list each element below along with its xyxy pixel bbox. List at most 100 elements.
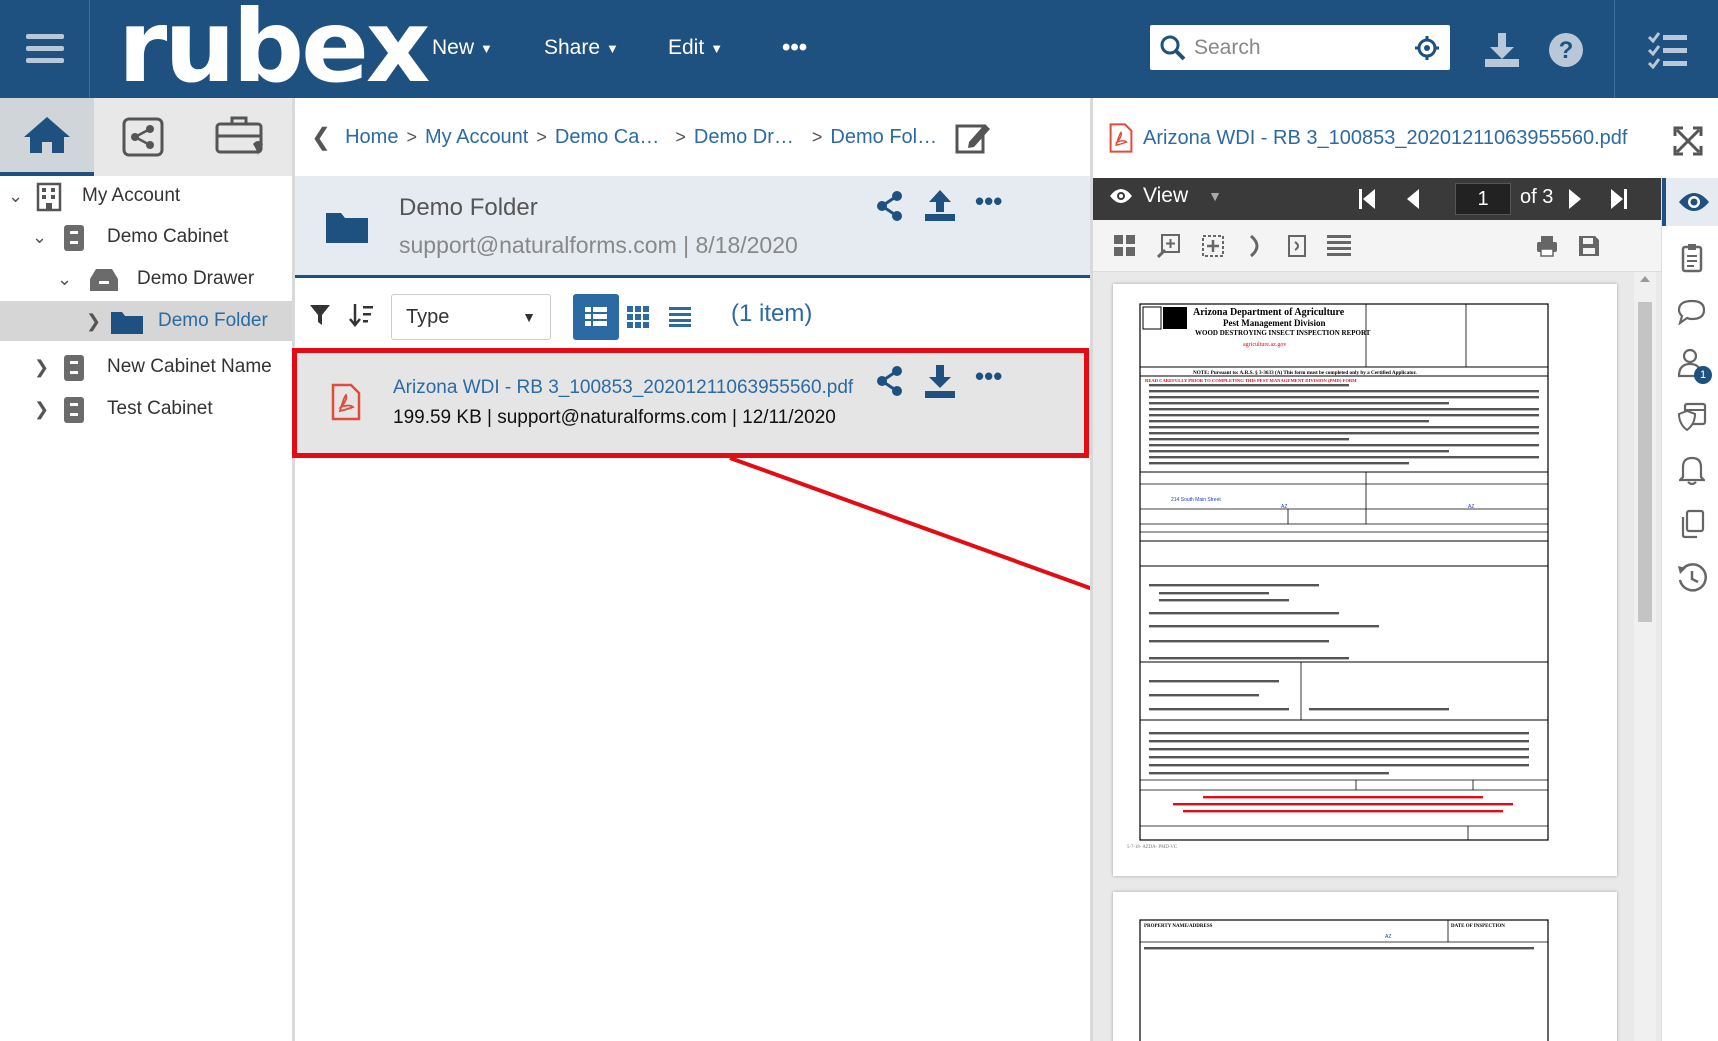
menu-share[interactable]: Share ▼ xyxy=(544,30,619,66)
back-chevron-icon[interactable]: ❮ xyxy=(311,123,331,152)
search-input[interactable]: Search xyxy=(1194,36,1414,60)
last-page-icon[interactable] xyxy=(1609,188,1629,210)
folder-title: Demo Folder xyxy=(399,194,538,221)
search-box[interactable]: Search xyxy=(1150,25,1450,70)
chevron-down-icon[interactable]: ⌄ xyxy=(57,269,72,290)
copy-icon xyxy=(1681,509,1705,539)
first-page-icon[interactable] xyxy=(1357,188,1377,210)
print-button[interactable] xyxy=(1531,230,1563,262)
tree-item-label: Test Cabinet xyxy=(107,398,213,419)
tab-briefcase[interactable] xyxy=(194,98,288,176)
expand-icon[interactable] xyxy=(1673,126,1703,156)
item-count: (1 item) xyxy=(731,300,813,327)
filter-icon[interactable] xyxy=(309,304,331,326)
calendar-shield-icon xyxy=(1677,402,1707,432)
tree-item-my-account[interactable]: ⌄ My Account xyxy=(0,176,292,216)
chevron-right-icon[interactable]: ❯ xyxy=(86,311,101,332)
task-list-button[interactable] xyxy=(1643,25,1693,75)
chevron-down-icon[interactable]: ⌄ xyxy=(8,186,23,207)
sort-icon[interactable] xyxy=(349,302,375,328)
list-view-button[interactable] xyxy=(657,294,703,340)
folder-icon xyxy=(111,312,143,334)
breadcrumb-demo-cabinet[interactable]: Demo Ca… xyxy=(555,126,659,149)
help-button[interactable]: ? xyxy=(1541,25,1591,75)
search-icon xyxy=(1160,35,1186,60)
rail-security-button[interactable] xyxy=(1662,392,1718,440)
breadcrumb-separator: > xyxy=(675,126,686,147)
rail-users-button[interactable]: 1 xyxy=(1662,340,1718,388)
rail-history-button[interactable] xyxy=(1662,554,1718,602)
tree-item-demo-cabinet[interactable]: ⌄ Demo Cabinet xyxy=(0,217,292,257)
continuous-scroll-button[interactable] xyxy=(1323,230,1355,262)
single-page-button[interactable] xyxy=(1281,230,1313,262)
chevron-right-icon[interactable]: ❯ xyxy=(34,399,49,420)
upload-icon[interactable] xyxy=(923,188,957,222)
scrollbar-thumb[interactable] xyxy=(1638,302,1652,622)
gear-icon[interactable] xyxy=(1414,35,1440,61)
chevron-down-icon: ▼ xyxy=(710,40,724,56)
rubex-logo[interactable]: rubex xyxy=(118,0,430,97)
tree-item-test-cabinet[interactable]: ❯ Test Cabinet xyxy=(0,389,292,429)
breadcrumb-separator: > xyxy=(406,126,417,147)
document-viewer[interactable]: Arizona Department of Agriculture Pest M… xyxy=(1093,272,1661,1041)
next-page-icon[interactable] xyxy=(1567,188,1583,210)
save-button[interactable] xyxy=(1573,230,1605,262)
folder-meta: support@naturalforms.com | 8/18/2020 xyxy=(399,232,798,258)
breadcrumb-home[interactable]: Home xyxy=(345,126,398,149)
rail-comments-button[interactable] xyxy=(1662,288,1718,336)
tab-shared[interactable] xyxy=(96,98,190,176)
zoom-in-icon xyxy=(1157,234,1180,258)
chevron-down-icon[interactable]: ⌄ xyxy=(32,227,47,248)
breadcrumb-separator: > xyxy=(536,126,547,147)
tab-home[interactable] xyxy=(0,98,94,176)
download-button[interactable] xyxy=(1477,25,1527,75)
share-icon[interactable] xyxy=(875,190,905,222)
hamburger-menu-button[interactable] xyxy=(0,0,90,98)
preview-pane: Arizona WDI - RB 3_100853_20201211063955… xyxy=(1090,98,1718,1041)
edit-icon[interactable] xyxy=(955,120,991,154)
breadcrumb-my-account[interactable]: My Account xyxy=(425,126,528,149)
menu-more-button[interactable]: ••• xyxy=(782,30,807,66)
folder-more-button[interactable]: ••• xyxy=(975,186,1002,217)
users-count-badge: 1 xyxy=(1694,366,1712,384)
list-toolbar: Type ▼ (1 item) xyxy=(295,290,1090,340)
detail-view-button[interactable] xyxy=(573,294,619,340)
rotate-button[interactable] xyxy=(1239,230,1271,262)
preview-file-title: Arizona WDI - RB 3_100853_20201211063955… xyxy=(1143,126,1628,149)
zoom-in-button[interactable] xyxy=(1153,230,1185,262)
menu-edit[interactable]: Edit ▼ xyxy=(668,30,723,66)
rail-copies-button[interactable] xyxy=(1662,500,1718,548)
top-bar: rubex New ▼ Share ▼ Edit ▼ ••• Search ? xyxy=(0,0,1718,98)
doc-agency: Arizona Department of Agriculture xyxy=(1193,307,1345,318)
navigation-pane: ⌄ My Account ⌄ Demo Cabinet ⌄ Demo Drawe… xyxy=(0,98,295,1041)
viewer-tools xyxy=(1093,220,1661,272)
type-dropdown[interactable]: Type ▼ xyxy=(391,294,551,340)
comment-icon xyxy=(1678,299,1706,325)
rail-notifications-button[interactable] xyxy=(1662,446,1718,494)
tree-item-label: Demo Cabinet xyxy=(107,226,229,247)
chevron-down-icon: ▼ xyxy=(606,40,619,56)
thumbnails-button[interactable] xyxy=(1109,230,1141,262)
navigation-tabs xyxy=(0,98,292,176)
home-icon xyxy=(24,117,70,153)
rail-clipboard-button[interactable] xyxy=(1662,234,1718,282)
tree-item-demo-drawer[interactable]: ⌄ Demo Drawer xyxy=(0,259,292,299)
breadcrumb-demo-folder[interactable]: Demo Fol… xyxy=(830,126,937,149)
doc-p2-state: AZ xyxy=(1385,934,1391,940)
chevron-right-icon[interactable]: ❯ xyxy=(34,357,49,378)
top-bar-divider xyxy=(1614,0,1615,98)
view-mode-dropdown[interactable]: View ▼ xyxy=(1109,184,1222,208)
document-scrollbar[interactable] xyxy=(1634,272,1656,1041)
doc-site: agriculture.az.gov xyxy=(1243,342,1286,348)
menu-new[interactable]: New ▼ xyxy=(432,30,493,66)
previous-page-icon[interactable] xyxy=(1405,188,1421,210)
fit-page-button[interactable] xyxy=(1197,230,1229,262)
rail-view-button[interactable] xyxy=(1662,178,1718,226)
page-number-input[interactable]: 1 xyxy=(1455,183,1511,215)
briefcase-icon xyxy=(215,116,263,156)
scroll-up-icon[interactable] xyxy=(1640,276,1650,282)
tree-item-new-cabinet[interactable]: ❯ New Cabinet Name xyxy=(0,347,292,387)
breadcrumb-demo-drawer[interactable]: Demo Dr… xyxy=(694,126,794,149)
tree-item-demo-folder[interactable]: ❯ Demo Folder xyxy=(0,301,292,341)
grid-view-button[interactable] xyxy=(615,294,661,340)
